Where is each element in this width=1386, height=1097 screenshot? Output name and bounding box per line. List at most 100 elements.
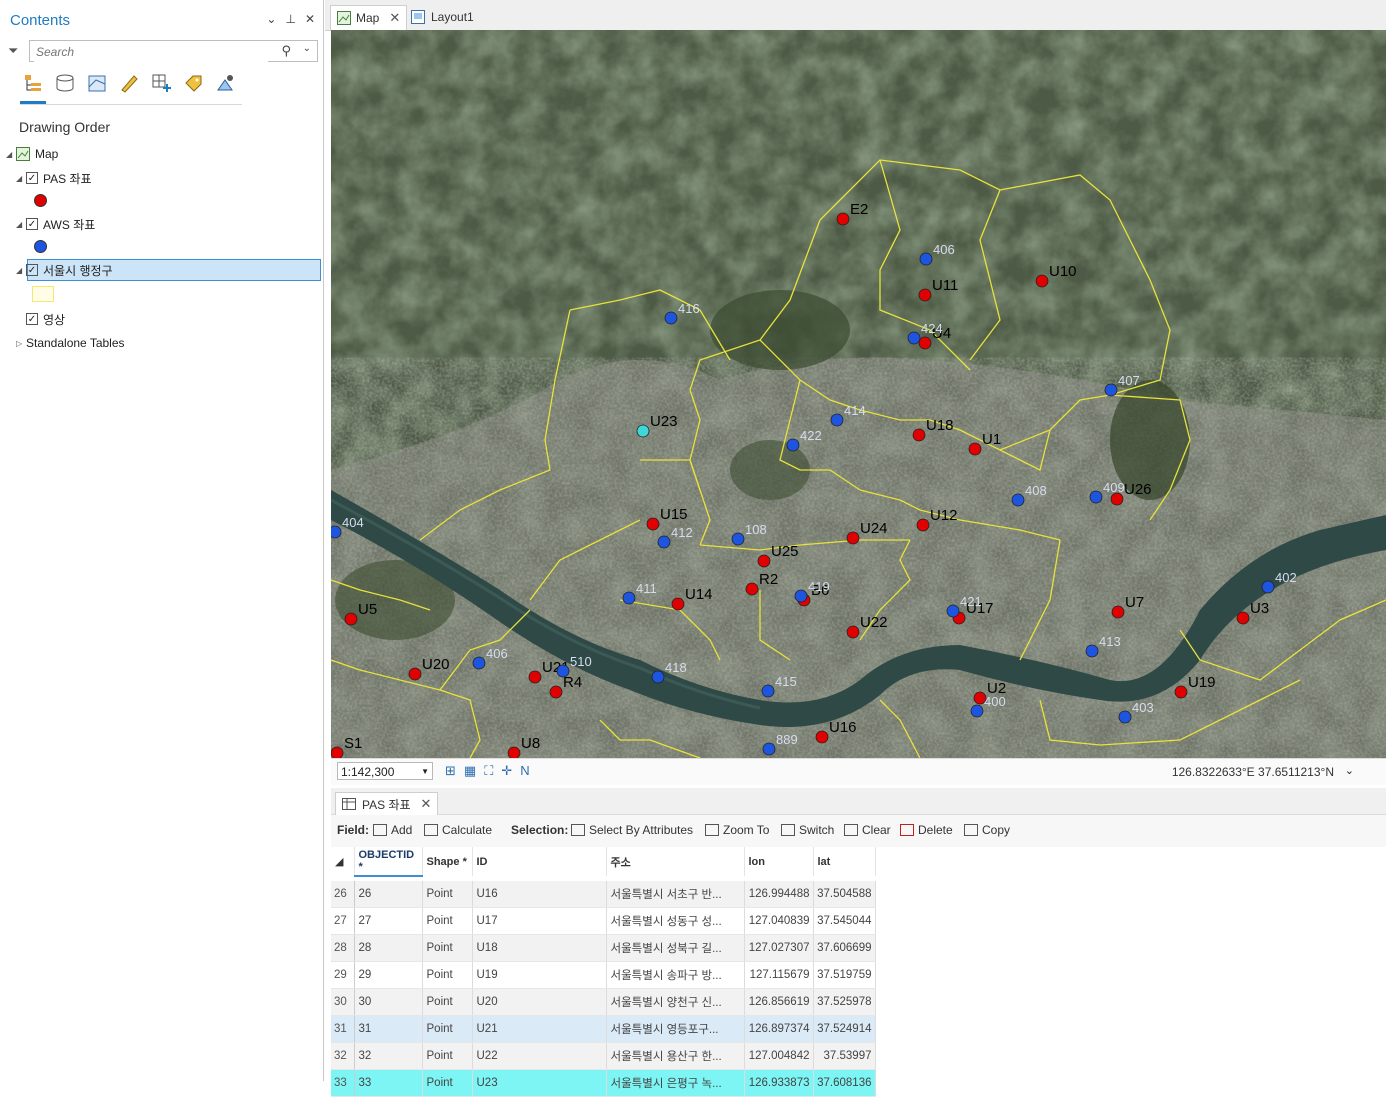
select-all-corner[interactable]: ◢ — [331, 847, 355, 876]
aws-marker[interactable] — [651, 670, 665, 684]
aws-marker[interactable] — [970, 704, 984, 718]
cell-objectid[interactable]: 28 — [354, 934, 423, 962]
pas-marker[interactable] — [745, 582, 759, 596]
cell-id[interactable]: U20 — [472, 988, 607, 1016]
cell-lat[interactable]: 37.524914 — [813, 1015, 876, 1043]
pas-marker[interactable] — [646, 517, 660, 531]
row-number[interactable]: 31 — [331, 1015, 355, 1043]
pas-marker[interactable] — [1035, 274, 1049, 288]
aws-symbol-swatch[interactable] — [34, 240, 47, 253]
pas-marker[interactable] — [846, 625, 860, 639]
aws-marker[interactable] — [830, 413, 844, 427]
close-icon[interactable]: ✕ — [305, 12, 315, 26]
chevron-down-icon[interactable]: ⌄ — [1345, 764, 1354, 777]
pas-marker[interactable] — [968, 442, 982, 456]
row-number[interactable]: 27 — [331, 907, 355, 935]
table-row[interactable]: 26 26 Point U16 서울특별시 서초구 반... 126.994488 37.5… — [331, 881, 876, 908]
cell-lon[interactable]: 127.027307 — [744, 934, 814, 962]
cell-lon[interactable]: 127.115679 — [744, 961, 814, 989]
cell-shape[interactable]: Point — [422, 1042, 473, 1070]
layer-visibility-checkbox[interactable]: ✓ — [26, 172, 38, 184]
cell-lon[interactable]: 126.856619 — [744, 988, 814, 1016]
layer-districts[interactable]: ◢ ✓ 서울시 행정구 — [16, 261, 113, 279]
pas-marker[interactable] — [912, 428, 926, 442]
aws-marker[interactable] — [1261, 580, 1275, 594]
aws-marker[interactable] — [556, 664, 570, 678]
copy-button[interactable]: Copy — [964, 823, 1010, 837]
delete-button[interactable]: Delete — [900, 823, 953, 837]
search-icon[interactable]: ⚲ — [281, 43, 291, 59]
pas-marker[interactable] — [344, 612, 358, 626]
list-by-perspective-imagery-icon[interactable] — [214, 72, 236, 94]
tab-pas-table[interactable]: PAS 좌표 ✕ — [335, 792, 439, 815]
pane-menu-icon[interactable]: ⌄ — [266, 12, 276, 26]
list-by-selection-icon[interactable] — [86, 72, 108, 94]
layer-visibility-checkbox[interactable]: ✓ — [26, 264, 38, 276]
cell-shape[interactable]: Point — [422, 988, 473, 1016]
pas-marker[interactable] — [757, 554, 771, 568]
cell-lat[interactable]: 37.53997 — [813, 1042, 876, 1070]
pas-marker[interactable] — [549, 685, 563, 699]
pas-marker[interactable] — [918, 288, 932, 302]
aws-marker[interactable] — [1089, 490, 1103, 504]
table-row[interactable]: 27 27 Point U17 서울특별시 성동구 성... 127.040839 37.5… — [331, 907, 876, 935]
cell-lon[interactable]: 126.933873 — [744, 1069, 814, 1097]
collapse-triangle-icon[interactable]: ◢ — [6, 150, 16, 159]
pas-marker[interactable] — [528, 670, 542, 684]
cell-lat[interactable]: 37.519759 — [813, 961, 876, 989]
pas-marker[interactable] — [918, 336, 932, 350]
column-header-objectid[interactable]: OBJECTID * — [354, 847, 423, 877]
layer-imagery[interactable]: ✓ 영상 — [26, 310, 65, 328]
search-box[interactable]: ⚲ ⌄ — [29, 40, 318, 62]
grid-icon[interactable]: ▦ — [464, 763, 476, 779]
cell-lat[interactable]: 37.606699 — [813, 934, 876, 962]
pas-marker[interactable] — [846, 531, 860, 545]
pas-marker[interactable] — [331, 746, 344, 758]
cell-address[interactable]: 서울특별시 서초구 반... — [606, 881, 745, 908]
cell-lon[interactable]: 127.004842 — [744, 1042, 814, 1070]
collapse-triangle-icon[interactable]: ◢ — [16, 174, 26, 183]
aws-marker[interactable] — [657, 535, 671, 549]
cell-objectid[interactable]: 30 — [354, 988, 423, 1016]
row-number[interactable]: 30 — [331, 988, 355, 1016]
column-header-address[interactable]: 주소 — [606, 847, 745, 876]
cell-address[interactable]: 서울특별시 성북구 길... — [606, 934, 745, 962]
aws-marker[interactable] — [472, 656, 486, 670]
cell-id[interactable]: U23 — [472, 1069, 607, 1097]
list-by-drawing-order-icon[interactable] — [22, 72, 44, 94]
snapping-icon[interactable]: ⛶ — [484, 763, 493, 779]
list-by-editing-icon[interactable] — [118, 72, 140, 94]
list-by-snapping-icon[interactable] — [150, 72, 172, 94]
cell-lon[interactable]: 126.897374 — [744, 1015, 814, 1043]
chevron-down-icon[interactable]: ▼ — [421, 763, 429, 781]
collapse-triangle-icon[interactable]: ◢ — [16, 266, 26, 275]
table-row[interactable]: 32 32 Point U22 서울특별시 용산구 한... 127.004842 37.5… — [331, 1042, 876, 1070]
aws-marker[interactable] — [622, 591, 636, 605]
close-tab-icon[interactable]: ✕ — [389, 10, 400, 26]
cell-id[interactable]: U22 — [472, 1042, 607, 1070]
row-number[interactable]: 32 — [331, 1042, 355, 1070]
expand-triangle-icon[interactable]: ▷ — [16, 339, 26, 348]
map-node[interactable]: ◢ Map — [6, 145, 58, 163]
selected-marker[interactable] — [636, 424, 650, 438]
layer-aws[interactable]: ◢ ✓ AWS 좌표 — [16, 215, 95, 233]
cell-objectid[interactable]: 31 — [354, 1015, 423, 1043]
pas-marker[interactable] — [836, 212, 850, 226]
table-row[interactable]: 33 33 Point U23 서울특별시 은평구 녹... 126.933873 37.6… — [331, 1069, 876, 1097]
tab-map[interactable]: Map ✕ — [330, 5, 408, 30]
chevron-down-icon[interactable]: ⌄ — [303, 43, 311, 54]
aws-marker[interactable] — [786, 438, 800, 452]
cell-shape[interactable]: Point — [422, 881, 473, 908]
zoom-to-button[interactable]: Zoom To — [705, 823, 769, 837]
column-header-lat[interactable]: lat — [813, 847, 876, 876]
cell-id[interactable]: U16 — [472, 881, 607, 908]
list-by-source-icon[interactable] — [54, 72, 76, 94]
pas-marker[interactable] — [671, 597, 685, 611]
layer-visibility-checkbox[interactable]: ✓ — [26, 218, 38, 230]
scale-selector[interactable]: 1:142,300 ▼ — [337, 762, 433, 780]
cell-id[interactable]: U17 — [472, 907, 607, 935]
cell-objectid[interactable]: 26 — [354, 881, 423, 908]
cell-objectid[interactable]: 33 — [354, 1069, 423, 1097]
aws-marker[interactable] — [1118, 710, 1132, 724]
cell-objectid[interactable]: 29 — [354, 961, 423, 989]
